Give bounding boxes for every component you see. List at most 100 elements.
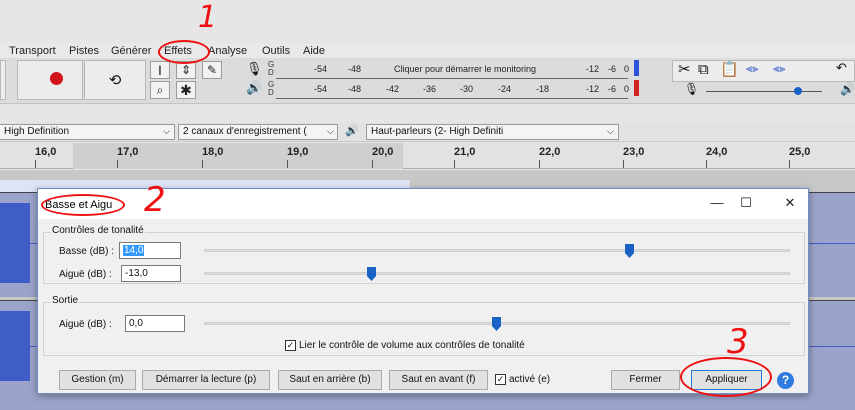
gain-field[interactable]: 0,0 xyxy=(125,315,185,332)
zoom-tool-icon[interactable]: ⌕ xyxy=(150,81,170,99)
treble-label: Aiguë (dB) : xyxy=(59,269,112,280)
maximize-button[interactable]: ☐ xyxy=(732,195,760,213)
meter-tick: 0 xyxy=(624,64,630,74)
playback-meter[interactable]: -54 -48 -42 -36 -30 -24 -18 -12 -6 0 xyxy=(276,81,630,99)
ruler-tick xyxy=(287,160,288,168)
meter-tick: -54 xyxy=(314,84,328,94)
meter-right-label: D xyxy=(268,68,274,77)
loop-button[interactable]: ⟲ xyxy=(84,60,146,100)
meter-tick: -24 xyxy=(498,84,512,94)
cut-icon[interactable]: ✂ xyxy=(678,60,691,78)
menu-aide[interactable]: Aide xyxy=(303,45,325,57)
meter-tick: 0 xyxy=(624,84,630,94)
copy-icon[interactable]: ⧉ xyxy=(698,60,709,78)
annotation-number: 2 xyxy=(144,180,166,220)
meter-tick: -54 xyxy=(314,64,328,74)
enabled-checkbox[interactable]: ✓ xyxy=(495,374,506,385)
speaker-volume-icon: 🔊 xyxy=(840,82,855,96)
bass-field[interactable]: 14,0 xyxy=(119,242,181,259)
skip-forward-button[interactable]: Saut en avant (f) xyxy=(389,370,488,390)
gain-label: Aiguë (dB) : xyxy=(59,319,112,330)
meter-tick: -12 xyxy=(586,64,600,74)
meter-peak-indicator xyxy=(634,60,639,76)
ruler-label: 16,0 xyxy=(35,146,57,158)
draw-tool-icon[interactable]: ✎ xyxy=(202,61,222,79)
silence-icon[interactable]: ⫷⫸ xyxy=(773,62,785,76)
chevron-down-icon[interactable]: ⌵ xyxy=(607,126,614,137)
preview-button[interactable]: Démarrer la lecture (p) xyxy=(142,370,270,390)
speaker-icon[interactable]: 🔊 xyxy=(246,81,262,96)
menu-outils[interactable]: Outils xyxy=(262,45,290,57)
ruler-label: 20,0 xyxy=(372,146,394,158)
microphone-icon[interactable]: 🎙 xyxy=(246,62,263,77)
skip-back-button[interactable]: Saut en arrière (b) xyxy=(278,370,382,390)
menu-pistes[interactable]: Pistes xyxy=(69,45,99,57)
bass-slider[interactable] xyxy=(204,249,790,252)
multi-tool-icon[interactable]: ✱ xyxy=(176,81,196,99)
record-meter[interactable]: -54 -48 Cliquer pour démarrer le monitor… xyxy=(276,61,630,79)
link-volume-label: Lier le contrôle de volume aux contrôles… xyxy=(299,340,525,351)
link-volume-checkbox[interactable]: ✓ xyxy=(285,340,296,351)
trim-icon[interactable]: ⫷⫸ xyxy=(746,62,758,76)
annotation-circle xyxy=(680,357,772,397)
treble-field[interactable]: -13,0 xyxy=(121,265,181,282)
output-device-value: Haut-parleurs (2- High Definiti xyxy=(371,126,504,137)
ruler-label: 19,0 xyxy=(287,146,309,158)
timeline-ruler[interactable]: 16,0 17,0 18,0 19,0 20,0 21,0 22,0 23,0 … xyxy=(0,143,855,169)
ruler-tick xyxy=(789,160,790,168)
volume-slider-thumb[interactable] xyxy=(794,87,802,95)
output-title: Sortie xyxy=(51,295,80,306)
gain-value: 0,0 xyxy=(129,318,143,329)
minimize-button[interactable]: — xyxy=(703,195,731,213)
ruler-label: 17,0 xyxy=(117,146,139,158)
menu-analyse[interactable]: Analyse xyxy=(208,45,247,57)
meter-tick: -30 xyxy=(460,84,474,94)
ruler-label: 23,0 xyxy=(623,146,645,158)
meter-tick: -36 xyxy=(423,84,437,94)
annotation-number: 1 xyxy=(198,0,218,35)
volume-slider-track[interactable] xyxy=(706,91,822,92)
speaker-icon: 🔊 xyxy=(345,124,359,137)
record-meter-prompt[interactable]: Cliquer pour démarrer le monitoring xyxy=(394,64,536,74)
ruler-tick xyxy=(454,160,455,168)
ruler-label: 18,0 xyxy=(202,146,224,158)
menu-transport[interactable]: Transport xyxy=(9,45,56,57)
menu-generer[interactable]: Générer xyxy=(111,45,151,57)
output-device-select[interactable]: Haut-parleurs (2- High Definiti xyxy=(366,124,619,140)
ruler-tick xyxy=(117,160,118,168)
channels-select[interactable]: 2 canaux d'enregistrement ( xyxy=(178,124,338,140)
mic-volume-icon: 🎙 xyxy=(684,82,700,96)
meter-tick: -48 xyxy=(348,84,362,94)
selection-tool-icon[interactable]: I xyxy=(150,61,170,79)
ruler-tick xyxy=(202,160,203,168)
host-select-value: High Definition xyxy=(4,126,70,137)
chevron-down-icon[interactable]: ⌵ xyxy=(163,126,170,137)
meter-clip-indicator xyxy=(634,80,639,96)
meter-tick: -18 xyxy=(536,84,550,94)
ruler-tick xyxy=(706,160,707,168)
annotation-circle xyxy=(158,40,210,64)
annotation-circle xyxy=(41,194,125,216)
annotation-number: 3 xyxy=(727,322,749,362)
chevron-down-icon[interactable]: ⌵ xyxy=(327,126,334,137)
close-window-button[interactable]: ✕ xyxy=(776,195,804,213)
loop-icon: ⟲ xyxy=(108,72,122,89)
channels-select-value: 2 canaux d'enregistrement ( xyxy=(183,126,307,137)
enabled-label: activé (e) xyxy=(509,374,551,385)
ruler-tick xyxy=(35,160,36,168)
treble-slider[interactable] xyxy=(204,272,790,275)
toolbar-grip[interactable] xyxy=(0,60,6,100)
meter-tick: -12 xyxy=(586,84,600,94)
help-icon[interactable]: ? xyxy=(777,372,794,389)
paste-icon[interactable]: 📋 xyxy=(720,60,739,78)
bass-label: Basse (dB) : xyxy=(59,246,115,257)
record-icon xyxy=(50,72,63,85)
ruler-tick xyxy=(539,160,540,168)
bass-value: 14,0 xyxy=(123,245,145,256)
host-select[interactable]: High Definition xyxy=(0,124,175,140)
close-button[interactable]: Fermer xyxy=(611,370,680,390)
device-toolbar: High Definition ⌵ 2 canaux d'enregistrem… xyxy=(0,122,855,142)
undo-icon[interactable]: ↶ xyxy=(836,61,847,76)
menu-bar: Transport Pistes Générer Effets Analyse … xyxy=(0,44,855,59)
manage-button[interactable]: Gestion (m) xyxy=(59,370,136,390)
